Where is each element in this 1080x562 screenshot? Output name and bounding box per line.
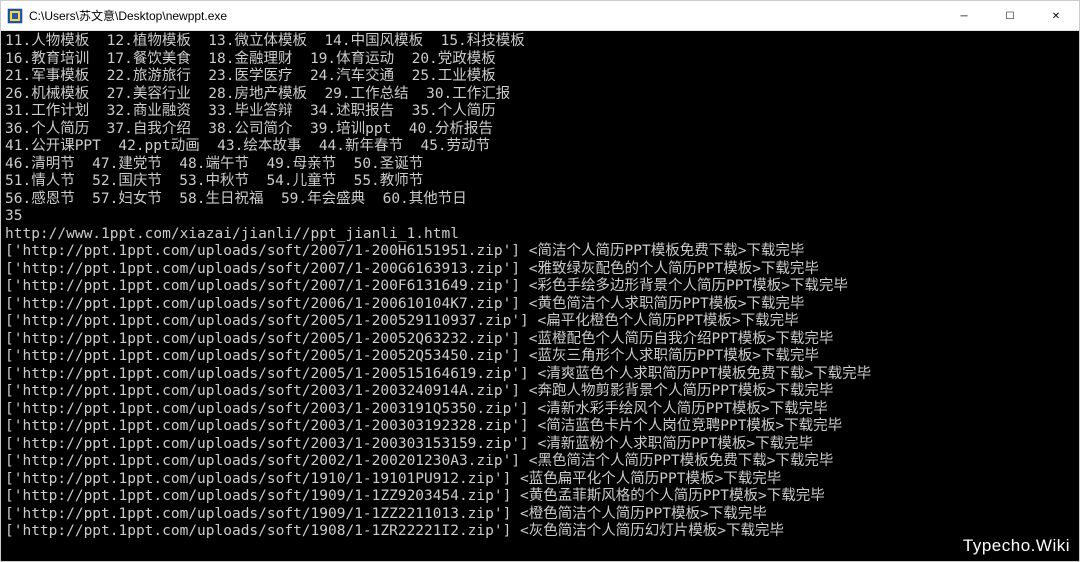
app-icon [7,8,23,24]
maximize-button[interactable]: ☐ [987,1,1033,31]
console-window: C:\Users\苏文意\Desktop\newppt.exe ─ ☐ ✕ 11… [0,0,1080,562]
minimize-button[interactable]: ─ [941,1,987,31]
titlebar-left: C:\Users\苏文意\Desktop\newppt.exe [1,7,227,24]
window-controls: ─ ☐ ✕ [941,1,1079,30]
close-button[interactable]: ✕ [1033,1,1079,31]
window-title: C:\Users\苏文意\Desktop\newppt.exe [29,7,227,24]
titlebar[interactable]: C:\Users\苏文意\Desktop\newppt.exe ─ ☐ ✕ [1,1,1079,31]
console-output[interactable]: 11.人物模板 12.植物模板 13.微立体模板 14.中国风模板 15.科技模… [1,31,1079,561]
